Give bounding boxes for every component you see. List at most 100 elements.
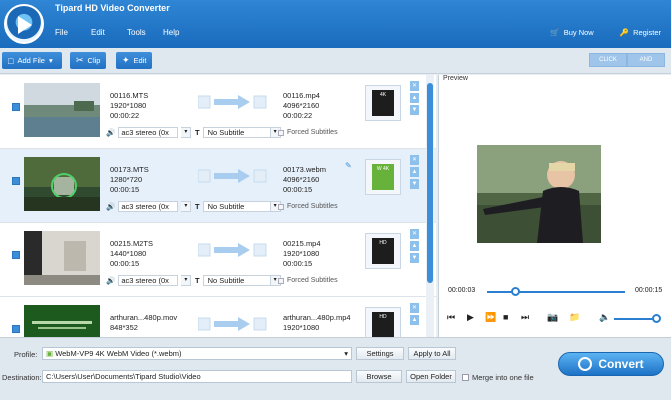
checkbox[interactable] — [462, 374, 469, 381]
output-settings: Profile: ▣ WebM-VP9 4K WebM Video (*.web… — [0, 337, 671, 400]
source-info: 00116.MTS 1920*1080 00:00:22 — [110, 91, 148, 121]
forced-subtitles-toggle[interactable]: Forced Subtitles — [278, 129, 338, 136]
edit-button[interactable]: ✦ Edit — [116, 52, 152, 69]
up-icon[interactable]: ▲ — [410, 93, 419, 103]
up-icon[interactable]: ▲ — [410, 241, 419, 251]
convert-arrow-icon — [198, 95, 267, 109]
output-duration: 00:00:22 — [283, 111, 313, 120]
source-info: 00173.MTS 1280*720 00:00:15 — [110, 165, 149, 195]
rename-pencil-icon[interactable]: ✎ — [345, 161, 352, 170]
forced-subtitles-toggle[interactable]: Forced Subtitles — [278, 277, 338, 284]
key-icon: 🔑 — [619, 28, 630, 37]
source-resolution: 1440*1080 — [110, 249, 147, 258]
audio-track-select[interactable]: 🔊 ac3 stereo (0x ▾ — [106, 201, 192, 212]
subtitle-select[interactable]: T No Subtitle ▾ — [195, 275, 281, 286]
destination-input[interactable]: C:\Users\User\Documents\Tipard Studio\Vi… — [42, 370, 352, 383]
output-format-button[interactable]: HD — [365, 307, 401, 337]
source-filename: 00215.M2TS — [110, 239, 153, 248]
forced-subtitles-toggle[interactable]: Forced Subtitles — [278, 203, 338, 210]
up-icon[interactable]: ▲ — [410, 167, 419, 177]
film-hd-icon: HD — [372, 238, 394, 264]
file-row[interactable]: 00116.MTS 1920*1080 00:00:22 00116.mp4 4… — [0, 75, 436, 149]
video-thumbnail — [24, 305, 100, 337]
down-icon[interactable]: ▼ — [410, 179, 419, 189]
chevron-down-icon: ▾ — [48, 56, 53, 65]
row-checkbox[interactable] — [12, 103, 20, 111]
settings-button[interactable]: Settings — [356, 347, 404, 360]
browse-button[interactable]: Browse — [356, 370, 402, 383]
profile-select[interactable]: ▣ WebM-VP9 4K WebM Video (*.webm) ▾ — [42, 347, 352, 360]
seek-bar[interactable] — [487, 291, 625, 293]
file-row[interactable]: 00173.MTS 1280*720 00:00:15 00173.webm 4… — [0, 149, 436, 223]
source-filename: 00116.MTS — [110, 91, 149, 100]
play-icon[interactable]: ▶ — [467, 312, 474, 323]
preview-panel: Preview 00:00:03 00:00:15 ⏮ ▶ ⏩ ■ ⏭ 📷 📁 … — [438, 75, 671, 337]
stop-icon[interactable]: ■ — [503, 312, 508, 322]
checkbox[interactable] — [278, 203, 284, 210]
convert-arrow-icon — [198, 243, 267, 257]
seek-handle[interactable] — [511, 287, 520, 296]
menu-help[interactable]: Help — [163, 28, 199, 37]
output-info: 00116.mp4 4096*2160 00:00:22 — [283, 91, 320, 121]
file-list: 00116.MTS 1920*1080 00:00:22 00116.mp4 4… — [0, 75, 436, 337]
snapshot-icon[interactable]: 📷 — [547, 312, 558, 323]
row-checkbox[interactable] — [12, 251, 20, 259]
video-thumbnail — [24, 83, 100, 137]
scrollbar-thumb[interactable] — [427, 83, 433, 283]
close-icon[interactable]: ✕ — [410, 229, 419, 239]
source-duration: 00:00:22 — [110, 111, 140, 120]
video-thumbnail — [24, 231, 100, 285]
close-icon[interactable]: ✕ — [410, 81, 419, 91]
volume-handle[interactable] — [652, 314, 661, 323]
skip-back-icon[interactable]: ⏮ — [447, 312, 455, 323]
buy-now-link[interactable]: 🛒 Buy Now — [550, 28, 593, 37]
fast-forward-icon[interactable]: ⏩ — [485, 312, 496, 323]
skip-forward-icon[interactable]: ⏭ — [521, 312, 529, 323]
output-format-button[interactable]: W 4K — [365, 159, 401, 195]
and-button[interactable]: AND — [627, 53, 665, 67]
clip-button[interactable]: ✂ Clip — [70, 52, 106, 69]
film-4k-icon: 4K — [372, 90, 394, 116]
row-checkbox[interactable] — [12, 325, 20, 333]
current-time: 00:00:03 — [448, 287, 476, 294]
row-checkbox[interactable] — [12, 177, 20, 185]
audio-track-select[interactable]: 🔊 ac3 stereo (0x ▾ — [106, 127, 192, 138]
list-scrollbar[interactable] — [426, 75, 434, 337]
speaker-icon: 🔊 — [106, 128, 116, 137]
convert-icon — [578, 357, 593, 371]
convert-button[interactable]: Convert — [558, 352, 664, 376]
click-button[interactable]: CLICK — [589, 53, 627, 67]
subtitle-select[interactable]: T No Subtitle ▾ — [195, 201, 281, 212]
menu-edit[interactable]: Edit — [91, 28, 127, 37]
subtitle-select[interactable]: T No Subtitle ▾ — [195, 127, 281, 138]
webm-icon: ▣ — [46, 349, 54, 358]
down-icon[interactable]: ▼ — [410, 105, 419, 115]
text-icon: T — [195, 276, 200, 285]
open-folder-button[interactable]: Open Folder — [406, 370, 456, 383]
merge-toggle[interactable]: Merge into one file — [462, 373, 534, 382]
file-row[interactable]: arthuran...480p.mov 848*352 arthuran...4… — [0, 297, 436, 337]
down-icon[interactable]: ▼ — [410, 253, 419, 263]
audio-track-select[interactable]: 🔊 ac3 stereo (0x ▾ — [106, 275, 192, 286]
output-resolution: 1920*1080 — [283, 323, 320, 332]
register-link[interactable]: 🔑 Register — [620, 28, 661, 37]
chevron-down-icon: ▾ — [181, 201, 192, 212]
add-file-button[interactable]: □ Add File ▾ — [2, 52, 62, 69]
close-icon[interactable]: ✕ — [410, 155, 419, 165]
menu-bar: File Edit Tools Help — [55, 28, 199, 37]
apply-to-all-button[interactable]: Apply to All — [408, 347, 456, 360]
output-duration: 00:00:15 — [283, 259, 313, 268]
output-format-button[interactable]: 4K — [365, 85, 401, 121]
checkbox[interactable] — [278, 277, 284, 284]
menu-file[interactable]: File — [55, 28, 91, 37]
up-icon[interactable]: ▲ — [410, 315, 419, 325]
file-row[interactable]: 00215.M2TS 1440*1080 00:00:15 00215.mp4 … — [0, 223, 436, 297]
menu-tools[interactable]: Tools — [127, 28, 163, 37]
folder-icon[interactable]: 📁 — [569, 312, 580, 323]
merge-controls: CLICK AND — [589, 53, 665, 67]
checkbox[interactable] — [278, 129, 284, 136]
volume-icon[interactable]: 🔈 — [599, 312, 610, 323]
output-format-button[interactable]: HD — [365, 233, 401, 269]
destination-label: Destination: — [2, 373, 42, 382]
close-icon[interactable]: ✕ — [410, 303, 419, 313]
